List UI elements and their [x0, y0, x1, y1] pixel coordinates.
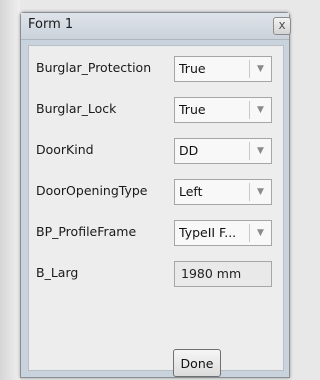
property-row-door-opening-type: DoorOpeningType Left ▼	[29, 178, 283, 206]
chevron-down-icon[interactable]: ▼	[250, 98, 271, 122]
bp-profile-frame-dropdown[interactable]: TypeII F... ▼	[174, 220, 272, 246]
title-bar[interactable]: Form 1 x	[21, 13, 291, 40]
b-larg-field[interactable]: 1980 mm	[174, 261, 272, 287]
chevron-down-icon[interactable]: ▼	[250, 180, 271, 204]
dropdown-value: TypeII F...	[179, 225, 237, 240]
close-button[interactable]: x	[273, 17, 291, 35]
property-row-burglar-protection: Burglar_Protection True ▼	[29, 55, 283, 83]
property-panel: Burglar_Protection True ▼ Burglar_Lock T…	[28, 45, 284, 377]
dropdown-value: Left	[179, 184, 203, 199]
close-icon: x	[278, 18, 286, 32]
done-button[interactable]: Done	[173, 349, 221, 377]
background-strip	[0, 0, 20, 380]
dropdown-value: DD	[179, 143, 199, 158]
property-label: Burglar_Protection	[36, 60, 152, 75]
property-label: B_Larg	[36, 265, 79, 280]
window-title: Form 1	[28, 17, 74, 32]
door-kind-dropdown[interactable]: DD ▼	[174, 138, 272, 164]
property-row-burglar-lock: Burglar_Lock True ▼	[29, 96, 283, 124]
property-row-door-kind: DoorKind DD ▼	[29, 137, 283, 165]
property-label: Burglar_Lock	[36, 101, 117, 116]
dropdown-value: True	[179, 61, 206, 76]
dropdown-value: True	[179, 102, 206, 117]
property-label: DoorOpeningType	[36, 183, 148, 198]
field-value: 1980 mm	[181, 266, 242, 281]
property-row-b-larg: B_Larg 1980 mm	[29, 260, 283, 288]
property-row-bp-profile-frame: BP_ProfileFrame TypeII F... ▼	[29, 219, 283, 247]
chevron-down-icon[interactable]: ▼	[250, 57, 271, 81]
chevron-down-icon[interactable]: ▼	[250, 221, 271, 245]
property-label: DoorKind	[36, 142, 94, 157]
burglar-protection-dropdown[interactable]: True ▼	[174, 56, 272, 82]
form-window: Form 1 x Burglar_Protection True ▼ Burgl…	[20, 12, 291, 378]
door-opening-type-dropdown[interactable]: Left ▼	[174, 179, 272, 205]
burglar-lock-dropdown[interactable]: True ▼	[174, 97, 272, 123]
property-label: BP_ProfileFrame	[36, 224, 137, 239]
chevron-down-icon[interactable]: ▼	[250, 139, 271, 163]
